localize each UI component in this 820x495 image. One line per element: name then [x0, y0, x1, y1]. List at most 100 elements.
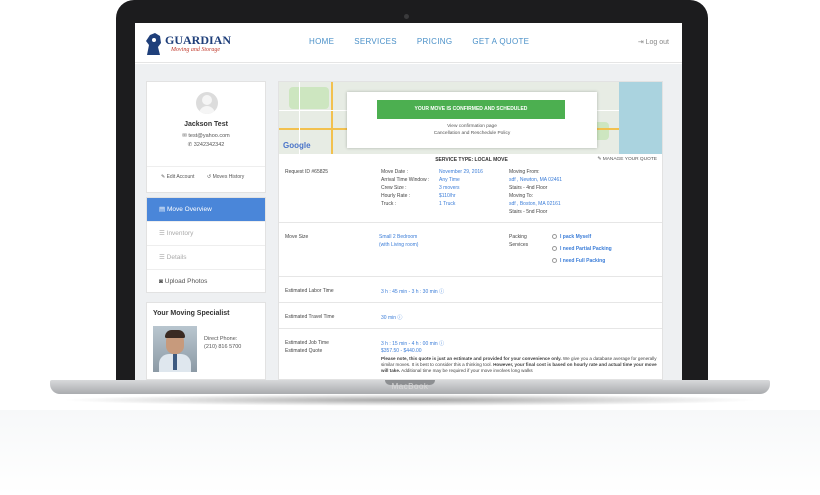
avatar-body: [199, 106, 215, 114]
moving-from-address[interactable]: sdf , Newton, MA 02461: [509, 177, 562, 183]
packing-label-1: Packing: [509, 234, 527, 240]
floor-reflection: [0, 410, 820, 495]
direct-phone-number[interactable]: (210) 816 5700: [204, 344, 241, 350]
disclaimer-text-2: Additional time may be required if your …: [400, 368, 533, 373]
device-label: MacBook: [391, 382, 429, 391]
specialist-hair: [165, 330, 185, 338]
specialist-card: Your Moving Specialist Direct Phone: (21…: [146, 302, 266, 380]
screen: GUARDIAN Moving and Storage HOME SERVICE…: [135, 23, 682, 380]
confirmation-box: YOUR MOVE IS CONFIRMED AND SCHEDULED Vie…: [347, 92, 597, 148]
cancellation-policy-link[interactable]: Cancellation and Reschedule Policy: [347, 131, 597, 136]
radio-full-packing[interactable]: [552, 258, 557, 263]
manage-quote-link[interactable]: ✎ MANAGE YOUR QUOTE: [597, 157, 657, 162]
option-partial-packing[interactable]: I need Partial Packing: [560, 246, 612, 252]
menu-move-overview[interactable]: ▤ Move Overview: [147, 198, 265, 222]
job-time-value: 3 h : 15 min - 4 h : 00 min ⓘ: [381, 340, 444, 347]
move-date-label: Move Date :: [381, 169, 408, 175]
camera-icon: [404, 14, 409, 19]
envelope-icon: ✉: [182, 133, 187, 139]
specialist-title: Your Moving Specialist: [153, 310, 230, 317]
travel-time-text: 30 min: [381, 315, 397, 321]
request-id: Request ID #65825: [285, 169, 329, 175]
nav-pricing[interactable]: PRICING: [417, 37, 452, 46]
nav-services[interactable]: SERVICES: [354, 37, 397, 46]
divider: [279, 276, 662, 277]
info-icon[interactable]: ⓘ: [397, 315, 402, 321]
overview-icon: ▤: [159, 206, 166, 213]
moving-to-label: Moving To:: [509, 193, 534, 199]
manage-quote-label: MANAGE YOUR QUOTE: [602, 157, 657, 162]
move-confirmed-button[interactable]: YOUR MOVE IS CONFIRMED AND SCHEDULED: [377, 100, 565, 119]
menu-inventory[interactable]: ☰ Inventory: [147, 222, 265, 246]
info-icon[interactable]: ⓘ: [439, 341, 444, 347]
arrival-window-value[interactable]: Any Time: [439, 177, 460, 183]
labor-time-label: Estimated Labor Time: [285, 288, 334, 294]
edit-account-link[interactable]: ✎ Edit Account: [161, 174, 194, 180]
moving-from-floor: Stairs - 4nd Floor: [509, 185, 548, 191]
route-map[interactable]: YOUR MOVE IS CONFIRMED AND SCHEDULED Vie…: [279, 82, 662, 154]
history-icon: ↺: [207, 174, 212, 180]
job-time-label: Estimated Job Time: [285, 340, 329, 346]
knight-logo-icon[interactable]: [143, 31, 165, 57]
menu-inventory-label: Inventory: [166, 230, 194, 237]
disclaimer-bold-1: Please note, this quote is just an estim…: [381, 356, 562, 361]
details-icon: ☰: [159, 254, 165, 261]
truck-label: Truck :: [381, 201, 397, 207]
move-size-value-1[interactable]: Small 2 Bedroom: [379, 234, 417, 240]
pencil-icon: ✎: [161, 174, 166, 180]
profile-phone: ✆ 3242342342: [147, 142, 265, 148]
radio-pack-myself[interactable]: [552, 234, 557, 239]
laptop-shadow: [60, 394, 760, 406]
profile-actions: ✎ Edit Account ↺ Moves History: [147, 166, 265, 184]
move-size-label: Move Size: [285, 234, 309, 240]
logout-label: Log out: [645, 39, 669, 46]
edit-account-label: Edit Account: [166, 174, 195, 180]
divider: [279, 328, 662, 329]
menu-move-overview-label: Move Overview: [166, 206, 212, 213]
profile-email-text: test@yahoo.com: [188, 133, 230, 139]
side-menu: ▤ Move Overview ☰ Inventory ☰ Details ◙ …: [146, 197, 266, 293]
product-mockup: MacBook GUARDIAN Moving and Storage HOME…: [0, 0, 820, 495]
avatar: [196, 92, 218, 114]
hourly-rate-label: Hourly Rate :: [381, 193, 411, 199]
divider: [279, 302, 662, 303]
hourly-rate-value[interactable]: $110/hr: [439, 193, 456, 199]
move-overview-panel: YOUR MOVE IS CONFIRMED AND SCHEDULED Vie…: [278, 81, 663, 380]
nav-home[interactable]: HOME: [309, 37, 334, 46]
logout-icon: ⇥: [637, 39, 644, 46]
arrival-window-label: Arrival Time Window :: [381, 177, 430, 183]
menu-details-label: Details: [166, 254, 187, 261]
nav-links: HOME SERVICES PRICING GET A QUOTE: [309, 37, 529, 46]
truck-value[interactable]: 1 Truck: [439, 201, 455, 207]
view-confirmation-link[interactable]: View confirmation page: [347, 124, 597, 129]
profile-card: Jackson Test ✉ test@yahoo.com ✆ 32423423…: [146, 81, 266, 193]
menu-details[interactable]: ☰ Details: [147, 246, 265, 270]
quote-disclaimer: Please note, this quote is just an estim…: [381, 356, 659, 374]
option-pack-myself[interactable]: I pack Myself: [560, 234, 591, 240]
radio-partial-packing[interactable]: [552, 246, 557, 251]
list-icon: ☰: [159, 230, 165, 237]
specialist-photo: [153, 326, 197, 372]
menu-upload-photos[interactable]: ◙ Upload Photos: [147, 270, 265, 294]
brand-name[interactable]: GUARDIAN: [165, 33, 231, 48]
logout-link[interactable]: ⇥ Log out: [638, 38, 669, 46]
google-attribution: Google: [283, 141, 311, 150]
map-park: [289, 87, 329, 109]
info-icon[interactable]: ⓘ: [439, 289, 444, 295]
map-highway: [331, 82, 333, 154]
move-size-value-2[interactable]: (with Living room): [379, 242, 418, 248]
moving-from-label: Moving From:: [509, 169, 540, 175]
direct-phone-label: Direct Phone:: [204, 336, 238, 342]
crew-size-value[interactable]: 3 movers: [439, 185, 460, 191]
moves-history-link[interactable]: ↺ Moves History: [207, 174, 244, 180]
profile-phone-text: 3242342342: [193, 142, 225, 148]
moving-to-address[interactable]: sdf , Boston, MA 02161: [509, 201, 561, 207]
travel-time-label: Estimated Travel Time: [285, 314, 335, 320]
option-full-packing[interactable]: I need Full Packing: [560, 258, 605, 264]
map-water: [619, 82, 662, 154]
move-date-value[interactable]: November 29, 2016: [439, 169, 483, 175]
pencil-icon: ✎: [597, 157, 602, 162]
packing-label-2: Services: [509, 242, 529, 248]
specialist-tie: [173, 354, 177, 370]
nav-get-a-quote[interactable]: GET A QUOTE: [472, 37, 529, 46]
